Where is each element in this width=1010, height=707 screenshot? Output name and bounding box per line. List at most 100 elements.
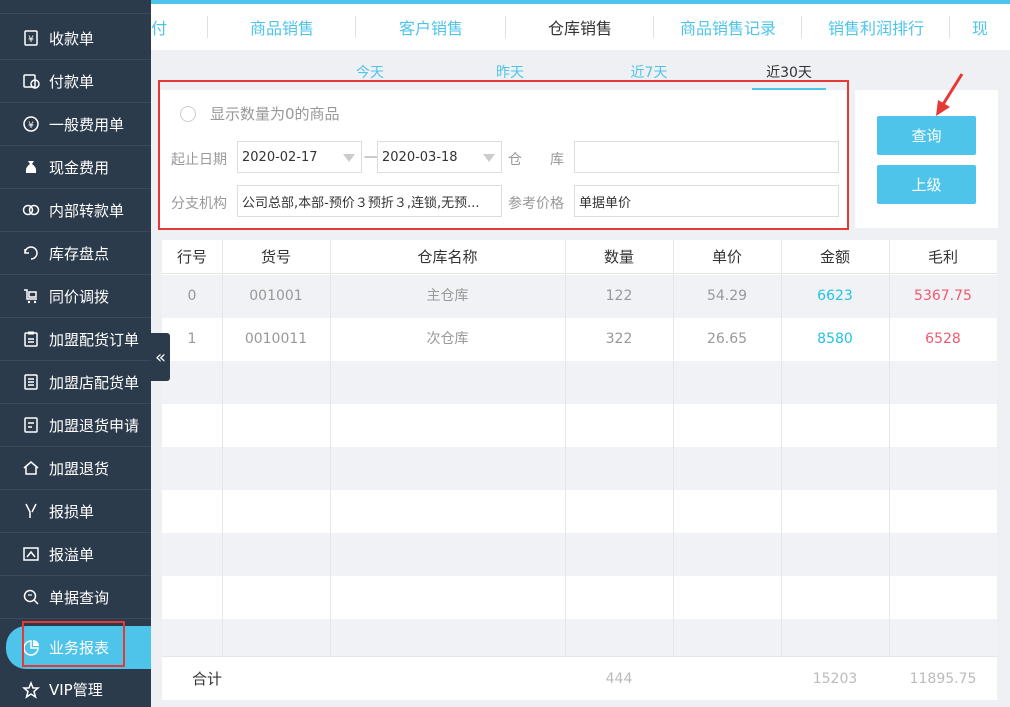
column-divider (673, 240, 674, 656)
search-doc-icon (22, 588, 40, 606)
sidebar-item-business-report[interactable]: 业务报表 (6, 626, 151, 669)
column-header-unit-price[interactable]: 单价 (673, 240, 781, 274)
cell-quantity: 322 (605, 331, 633, 347)
annotation-arrow-icon (936, 73, 964, 116)
branch-label: 分支机构 (171, 196, 227, 212)
empty-row (162, 404, 997, 447)
show-zero-radio[interactable] (180, 106, 196, 122)
table-row[interactable]: 0 001001 主仓库 122 54.29 6623 5367.75 (162, 275, 997, 318)
sidebar-item-document-query[interactable]: 单据查询 (0, 576, 151, 619)
tab-customer-sales[interactable]: 客户销售 (356, 4, 506, 50)
report-tabs: 付 商品销售 客户销售 仓库销售 商品销售记录 销售利润排行 现 (151, 4, 1010, 50)
sidebar-item-franchise-order[interactable]: 加盟配货订单 (0, 318, 151, 361)
column-header-quantity[interactable]: 数量 (565, 240, 673, 274)
sidebar-item-label: 业务报表 (49, 639, 110, 657)
partial-icon (22, 0, 40, 14)
tab-label: 付 (151, 19, 168, 38)
cell-item-no: 0010011 (244, 331, 308, 347)
empty-row (162, 361, 997, 404)
cell-profit: 5367.75 (914, 288, 972, 304)
footer-total-amount: 15203 (812, 671, 858, 687)
pie-chart-icon (22, 639, 40, 657)
date-tab-label: 今天 (356, 65, 384, 81)
column-header-amount[interactable]: 金额 (781, 240, 889, 274)
query-button-label: 查询 (911, 127, 942, 145)
ref-price-field[interactable]: 单据单价 (574, 185, 839, 217)
cell-profit: 6528 (925, 331, 961, 347)
date-tab-last-7-days[interactable]: 近7天 (612, 62, 686, 90)
sidebar-item-label: 内部转款单 (49, 201, 125, 220)
tab-product-sales[interactable]: 商品销售 (208, 4, 356, 50)
receipt-icon: ¥ (22, 29, 40, 47)
sidebar-item-label: 一般费用单 (49, 115, 125, 134)
end-date-value: 2020-03-18 (382, 149, 458, 165)
warehouse-field[interactable] (574, 141, 839, 173)
tab-payment-partial[interactable]: 付 (151, 4, 208, 50)
double-chevron-left-icon: « (154, 346, 166, 368)
sidebar-item-label: 现金费用 (49, 158, 110, 177)
date-separator: — (364, 149, 378, 165)
sidebar-item-label: 加盟配货订单 (49, 330, 140, 349)
footer-total-profit: 11895.75 (909, 671, 977, 687)
column-header-profit[interactable]: 毛利 (889, 240, 997, 274)
list-icon (22, 373, 40, 391)
end-date-field[interactable]: 2020-03-18 (377, 141, 502, 173)
sidebar-item-internal-transfer[interactable]: 内部转款单 (0, 189, 151, 232)
sidebar-item-vip[interactable]: VIP管理 (0, 668, 151, 707)
sidebar-item-partial[interactable] (0, 0, 151, 14)
sidebar-item-label: 单据查询 (49, 588, 110, 607)
column-header-warehouse[interactable]: 仓库名称 (330, 240, 565, 274)
sidebar-item-inventory[interactable]: 库存盘点 (0, 232, 151, 275)
column-header-item-no[interactable]: 货号 (222, 240, 330, 274)
column-header-row-no[interactable]: 行号 (162, 240, 222, 274)
sidebar-item-label: 同价调拨 (49, 287, 110, 306)
tab-label: 客户销售 (398, 19, 463, 38)
sidebar-item-general-expense[interactable]: ¥ 一般费用单 (0, 103, 151, 146)
tab-sales-profit-ranking[interactable]: 销售利润排行 (802, 4, 950, 50)
tab-label: 现 (971, 19, 988, 38)
cart-icon (22, 287, 40, 305)
start-date-field[interactable]: 2020-02-17 (237, 141, 362, 173)
cell-warehouse: 主仓库 (426, 288, 469, 304)
sidebar-item-franchise-return-request[interactable]: 加盟退货申请 (0, 404, 151, 447)
start-date-value: 2020-02-17 (242, 149, 318, 165)
branch-field[interactable]: 公司总部,本部-预价３预折３,连锁,无预... (237, 185, 502, 217)
date-tab-last-30-days[interactable]: 近30天 (752, 62, 826, 90)
sidebar-item-receipt[interactable]: ¥ 收款单 (0, 17, 151, 60)
sidebar-item-same-price-transfer[interactable]: 同价调拨 (0, 275, 151, 318)
tab-label: 销售利润排行 (827, 19, 924, 38)
date-tab-yesterday[interactable]: 昨天 (473, 62, 547, 90)
ref-price-label: 参考价格 (508, 196, 564, 212)
tab-partial-right[interactable]: 现 (950, 4, 1010, 50)
empty-row (162, 576, 997, 619)
warehouse-label-part-1: 仓 (508, 152, 522, 168)
column-divider (889, 240, 890, 656)
sidebar-item-payment[interactable]: 付款单 (0, 60, 151, 103)
sidebar-item-franchise-return[interactable]: 加盟退货 (0, 447, 151, 490)
ref-price-value: 单据单价 (579, 195, 632, 211)
table-row[interactable]: 1 0010011 次仓库 322 26.65 8580 6528 (162, 318, 997, 361)
sidebar-item-cash-expense[interactable]: 现金费用 (0, 146, 151, 189)
sidebar-item-overflow-report[interactable]: 报溢单 (0, 533, 151, 576)
svg-text:¥: ¥ (28, 121, 34, 131)
query-button[interactable]: 查询 (877, 116, 976, 155)
date-tab-today[interactable]: 今天 (333, 62, 407, 90)
tab-product-sales-records[interactable]: 商品销售记录 (654, 4, 802, 50)
date-tab-label: 近7天 (630, 65, 668, 81)
empty-row (162, 619, 997, 656)
cell-row-no: 0 (187, 288, 197, 304)
home-icon (22, 459, 40, 477)
clipboard-icon (22, 330, 40, 348)
damage-icon (22, 502, 40, 520)
sidebar-item-franchise-delivery[interactable]: 加盟店配货单 (0, 361, 151, 404)
collapse-sidebar-button[interactable]: « (151, 333, 170, 381)
empty-row (162, 447, 997, 490)
dropdown-caret-icon (343, 154, 355, 162)
date-tab-label: 近30天 (766, 65, 812, 81)
money-bag-icon (22, 158, 40, 176)
sidebar-item-damage-report[interactable]: 报损单 (0, 490, 151, 533)
up-level-button[interactable]: 上级 (877, 165, 976, 204)
branch-value: 公司总部,本部-预价３预折３,连锁,无预... (242, 195, 480, 211)
tab-warehouse-sales[interactable]: 仓库销售 (506, 4, 654, 50)
cell-row-no: 1 (187, 331, 197, 347)
